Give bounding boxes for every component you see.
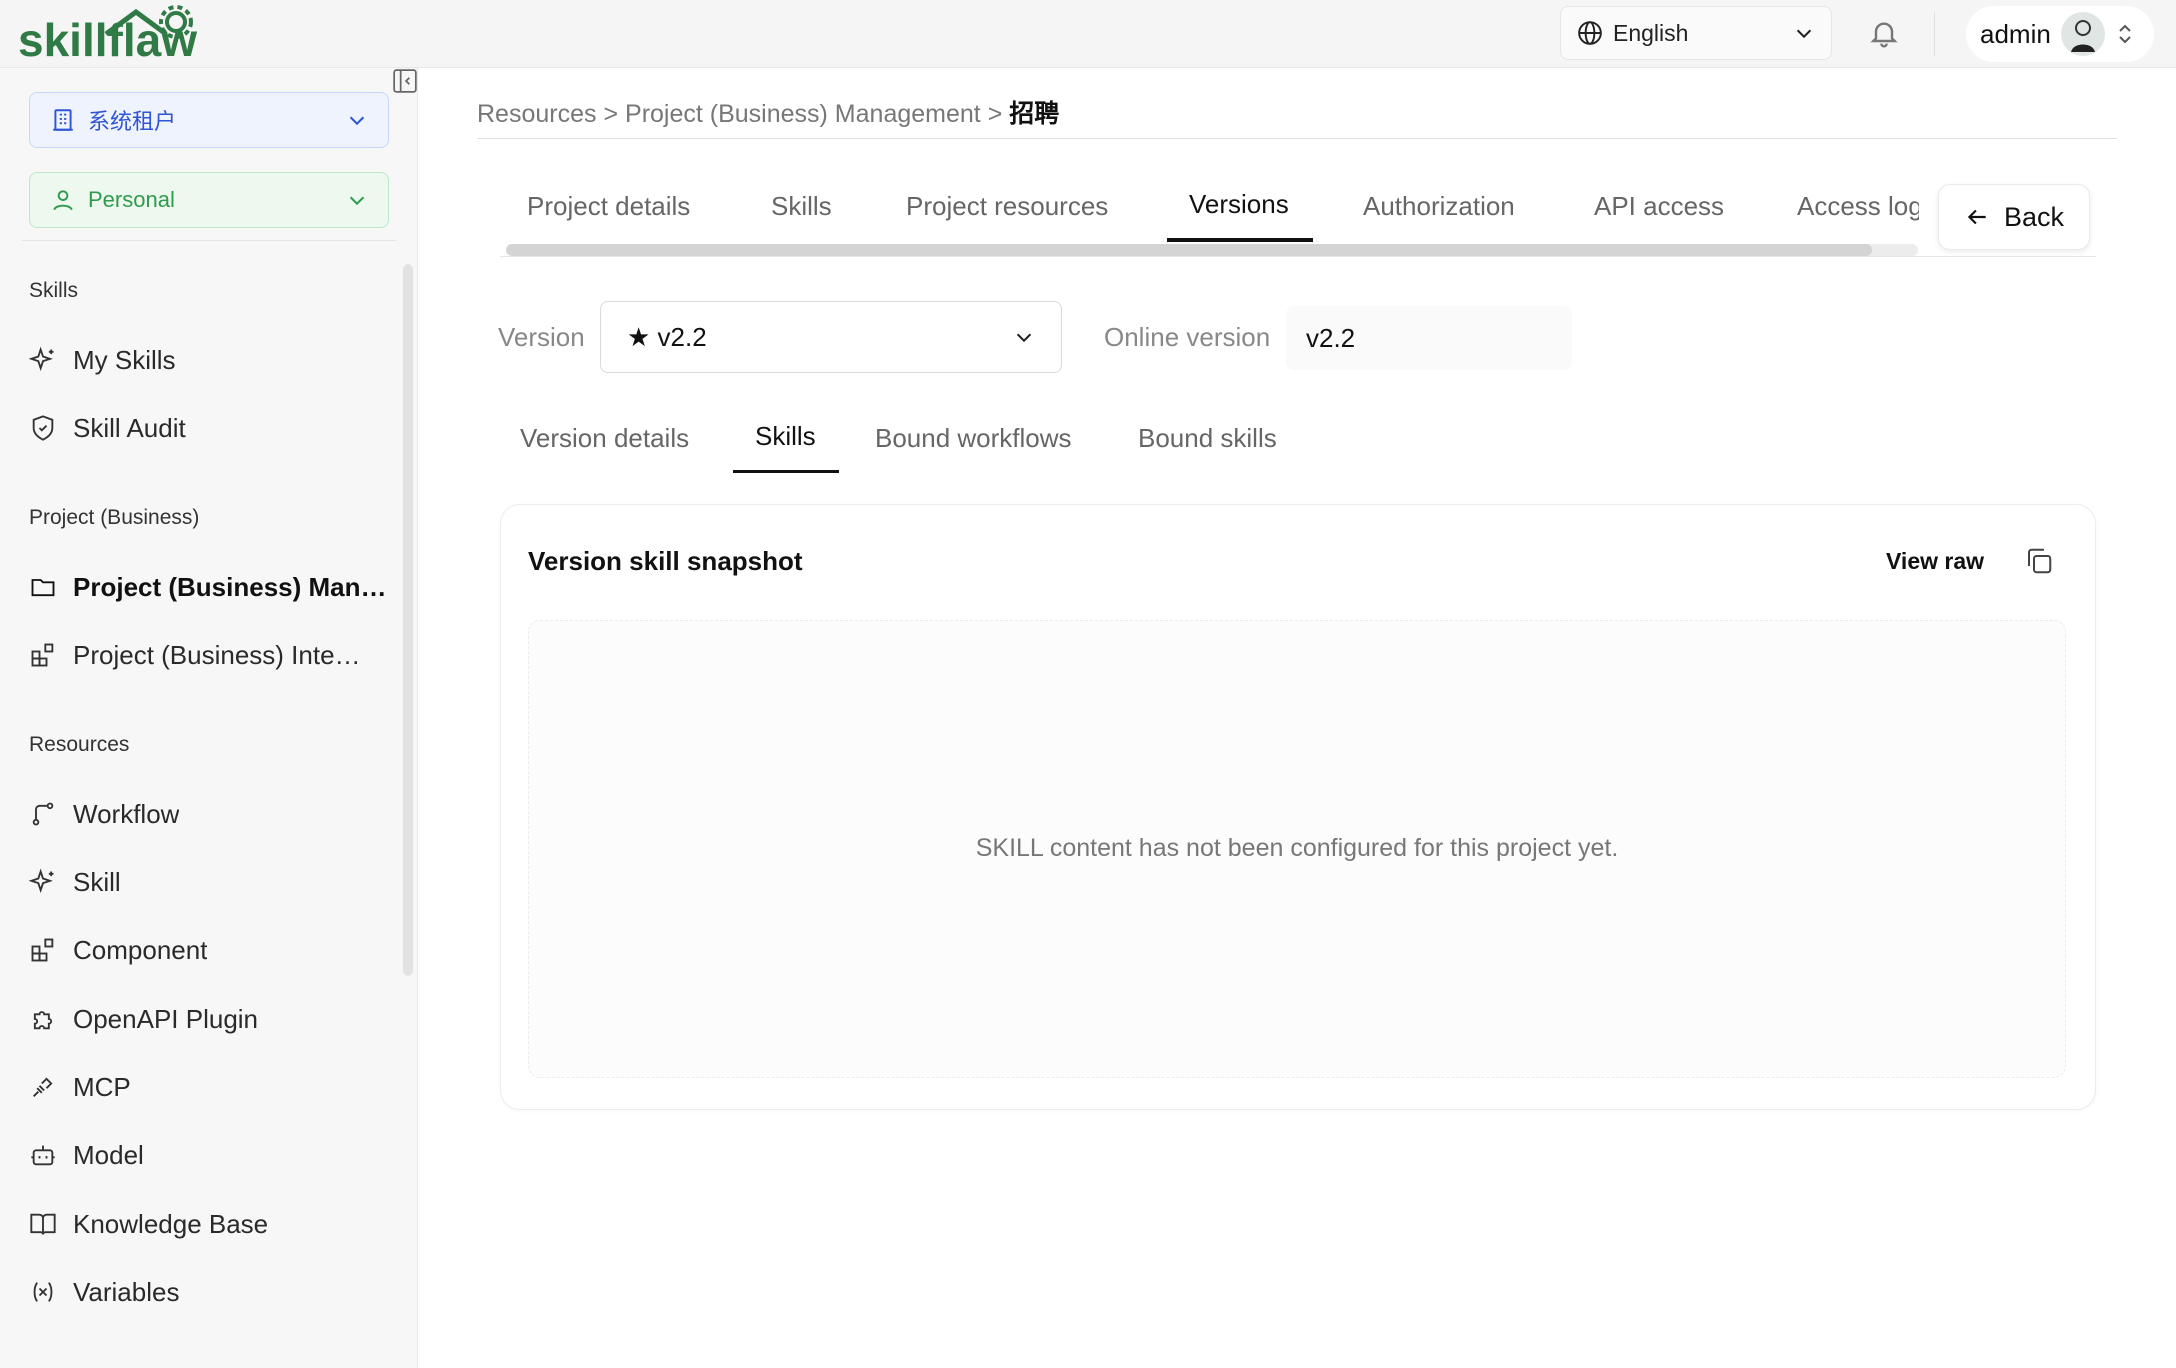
workspace-select[interactable]: Personal [29,172,389,228]
subtab-bound-workflows[interactable]: Bound workflows [875,410,1072,470]
bell-icon[interactable] [1868,16,1900,50]
snapshot-title: Version skill snapshot [528,546,803,576]
user-name: admin [1980,18,2051,49]
header-divider [1934,12,1935,56]
subtab-active-indicator [733,470,839,473]
breadcrumb-current: 招聘 [1009,100,1060,128]
blocks-icon [31,938,54,962]
sidebar-item-project-management[interactable]: Project (Business) Man… [29,565,389,609]
workflow-icon [32,802,54,826]
breadcrumb-separator: > [987,100,1003,128]
sidebar-item-workflow[interactable]: Workflow [29,792,389,836]
blocks-icon [31,643,54,667]
tab-access-log-clip: Access log [1797,176,1919,242]
sidebar-collapse-icon[interactable] [392,68,418,94]
user-menu[interactable]: admin [1966,6,2154,62]
folder-icon [31,579,55,597]
subtab-skills[interactable]: Skills [755,408,816,468]
workspace-label: Personal [88,187,175,212]
chevron-down-icon [1016,333,1032,343]
chevron-down-icon [1796,29,1812,39]
sidebar-item-component[interactable]: Component [29,928,389,972]
breadcrumb-separator: > [603,100,619,128]
tab-skills[interactable]: Skills [771,176,832,242]
sidebar-item-my-skills[interactable]: My Skills [29,338,389,382]
variable-icon [33,1282,53,1302]
version-label: Version [498,322,585,352]
tab-api-access[interactable]: API access [1594,176,1724,242]
sidebar-scrollbar[interactable] [403,264,413,976]
sidebar-item-openapi-plugin[interactable]: OpenAPI Plugin [29,997,389,1041]
back-button[interactable]: Back [1938,184,2090,250]
user-icon [53,190,73,211]
breadcrumb: Resources > Project (Business) Managemen… [477,94,1059,130]
svg-text:skillflaw: skillflaw [18,14,197,64]
sparkle-icon [29,868,54,894]
version-selected: ★ v2.2 [627,321,707,352]
plug-icon [33,1077,53,1097]
building-icon [53,109,73,131]
tab-versions[interactable]: Versions [1189,174,1289,240]
tenant-select[interactable]: 系统租户 [29,92,389,148]
online-version-value: v2.2 [1286,306,1572,370]
breadcrumb-project-management[interactable]: Project (Business) Management [625,100,981,128]
sidebar-item-mcp[interactable]: MCP [29,1065,389,1109]
skillflaw-logo[interactable]: skillflaw [18,4,248,64]
shield-icon [32,415,54,441]
view-raw-button[interactable]: View raw [1886,548,1984,575]
subtab-bound-skills[interactable]: Bound skills [1138,410,1277,470]
puzzle-icon [33,1011,53,1030]
empty-state-message: SKILL content has not been configured fo… [975,834,1619,862]
language-label: English [1613,19,1689,46]
tabs-divider [500,256,2096,257]
sidebar-item-variables[interactable]: Variables [29,1270,389,1314]
bot-icon [31,1145,55,1166]
tab-access-log[interactable]: Access log [1797,176,1919,242]
chevron-down-icon [349,196,365,206]
tabs-scrollbar-thumb[interactable] [506,244,1872,256]
chevron-down-icon [349,116,365,126]
top-header: skillflaw English admin [0,0,2176,68]
avatar [2060,12,2105,56]
breadcrumb-divider [477,138,2117,139]
sidebar-item-model[interactable]: Model [29,1133,389,1177]
sidebar-item-skill-audit[interactable]: Skill Audit [29,406,389,450]
online-version-label: Online version [1104,322,1271,352]
language-select[interactable]: English [1560,6,1832,60]
tab-project-resources[interactable]: Project resources [906,176,1108,242]
sidebar-item-project-integration[interactable]: Project (Business) Inte… [29,633,389,677]
version-select[interactable]: ★ v2.2 [600,301,1062,373]
sidebar-group-skills: Skills [29,279,79,302]
breadcrumb-resources[interactable]: Resources [477,100,597,128]
chevron-updown-icon [2119,24,2131,44]
tab-active-indicator [1167,238,1313,242]
tab-project-details[interactable]: Project details [527,176,690,242]
book-icon [30,1213,56,1235]
sidebar-group-project: Project (Business) [29,506,200,529]
subtab-version-details[interactable]: Version details [520,410,689,470]
sidebar-item-knowledge-base[interactable]: Knowledge Base [29,1202,389,1246]
sidebar-divider [22,240,396,241]
tenant-label: 系统租户 [88,109,177,134]
globe-icon [1578,21,1602,45]
sparkle-icon [29,346,54,372]
arrow-left-icon [1967,209,1986,225]
copy-icon[interactable] [2024,546,2054,576]
sidebar-group-resources: Resources [29,733,130,756]
sidebar-item-skill[interactable]: Skill [29,860,389,904]
tab-authorization[interactable]: Authorization [1363,176,1515,242]
